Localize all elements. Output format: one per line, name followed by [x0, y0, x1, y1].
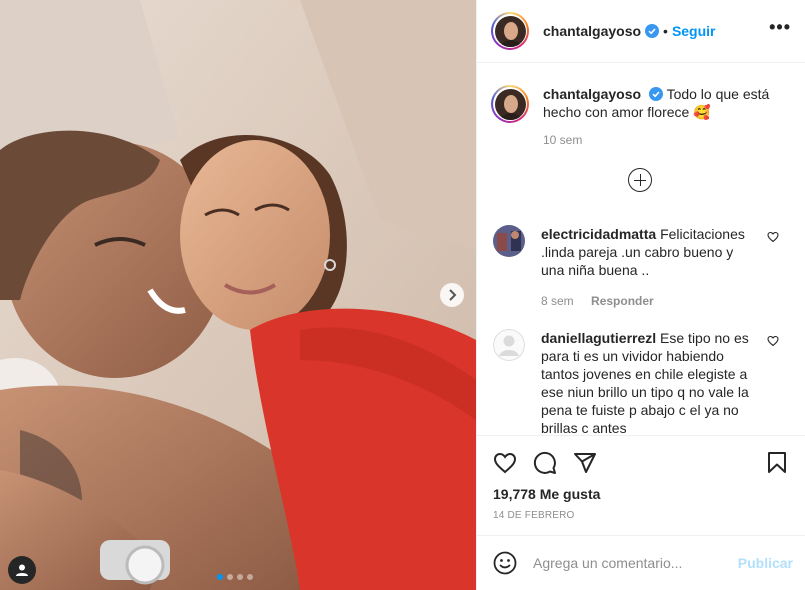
like-button[interactable] — [493, 451, 517, 475]
emoji-icon[interactable] — [493, 551, 517, 575]
caption-avatar[interactable] — [491, 85, 529, 123]
comment-icon — [533, 451, 556, 474]
comment-item: daniellagutierrezl Ese tipo no es para t… — [491, 329, 789, 435]
carousel-dot — [247, 574, 253, 580]
post-date[interactable]: 14 de febrero — [493, 510, 789, 521]
default-avatar-icon — [493, 329, 525, 361]
avatar-image — [494, 88, 526, 120]
post-photo[interactable] — [0, 0, 476, 590]
action-bar — [493, 448, 789, 478]
add-circle-icon — [628, 168, 652, 192]
comment-username[interactable]: electricidadmatta — [541, 226, 656, 242]
user-tag-icon — [16, 564, 28, 576]
comment-item: electricidadmatta Felicitaciones .linda … — [491, 225, 789, 310]
comment-meta: 8 sem Responder — [541, 292, 759, 310]
post-header: chantalgayoso • Seguir ••• — [477, 0, 805, 63]
load-more-comments-button[interactable] — [491, 168, 789, 192]
share-button[interactable] — [573, 451, 597, 475]
reply-button[interactable]: Responder — [591, 294, 654, 308]
avatar-image — [494, 15, 526, 47]
post-actions: 19,778 Me gusta 14 de febrero — [477, 435, 805, 535]
likes-count[interactable]: 19,778 Me gusta — [493, 486, 789, 502]
carousel-dot — [217, 574, 223, 580]
carousel-dot — [237, 574, 243, 580]
commenter-avatar[interactable] — [493, 329, 525, 361]
caption: chantalgayoso Todo lo que está hecho con… — [491, 85, 789, 123]
share-icon — [574, 453, 596, 473]
publish-button[interactable]: Publicar — [738, 555, 793, 571]
verified-icon — [645, 24, 660, 38]
caption-text: chantalgayoso Todo lo que está hecho con… — [543, 85, 773, 123]
caption-time[interactable]: 10 sem — [543, 133, 789, 147]
author-username[interactable]: chantalgayoso — [543, 23, 641, 39]
next-slide-button[interactable] — [440, 283, 464, 307]
follow-button[interactable]: Seguir — [672, 23, 716, 39]
post-dialog: chantalgayoso • Seguir ••• chantalgayoso… — [0, 0, 805, 590]
like-comment-icon[interactable] — [767, 231, 779, 243]
separator: • — [663, 23, 668, 39]
author-avatar[interactable] — [491, 12, 529, 50]
more-options-button[interactable]: ••• — [769, 18, 791, 40]
comment-time[interactable]: 8 sem — [541, 294, 574, 308]
comment-body: electricidadmatta Felicitaciones .linda … — [541, 225, 759, 310]
chevron-right-icon — [449, 289, 457, 301]
post-sidebar: chantalgayoso • Seguir ••• chantalgayoso… — [476, 0, 805, 590]
comment-composer: Publicar — [477, 535, 805, 590]
couple-photo — [0, 0, 476, 590]
bookmark-icon — [768, 452, 786, 473]
carousel-dot — [227, 574, 233, 580]
comment-input[interactable] — [533, 555, 738, 571]
caption-username[interactable]: chantalgayoso — [543, 86, 641, 102]
comment-body: daniellagutierrezl Ese tipo no es para t… — [541, 329, 759, 435]
commenter-avatar[interactable] — [493, 225, 525, 257]
carousel-indicator — [217, 574, 253, 580]
heart-icon — [493, 452, 517, 474]
comments-list[interactable]: chantalgayoso Todo lo que está hecho con… — [477, 63, 805, 435]
like-comment-icon[interactable] — [767, 335, 779, 347]
tagged-users-button[interactable] — [8, 556, 36, 584]
comment-button[interactable] — [533, 451, 557, 475]
avatar-image — [493, 225, 525, 257]
save-button[interactable] — [765, 451, 789, 475]
verified-icon — [648, 87, 663, 101]
comment-username[interactable]: daniellagutierrezl — [541, 330, 656, 346]
